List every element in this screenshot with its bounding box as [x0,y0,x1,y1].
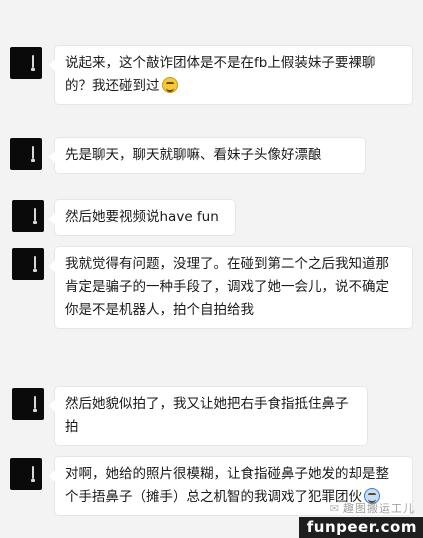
message-text: 说起来，这个敲诈团体是不是在fb上假装妹子要裸聊的？我还碰到过 [65,55,376,94]
avatar[interactable] [12,248,44,280]
watermark: ✉ 趣图搬运工儿 [330,500,415,516]
message-bubble: 我就觉得有问题，没理了。在碰到第二个之后我知道那肯定是骗子的一种手段了，调戏了她… [49,247,412,328]
avatar-mark-icon [31,146,35,162]
wechat-icon: ✉ [329,502,340,515]
message-bubble: 先是聊天，聊天就聊嘛、看妹子头像好漂酿 [49,138,365,173]
avatar-mark-icon [31,55,35,71]
avatar-mark-icon [33,396,37,412]
avatar-mark-icon [31,466,35,482]
avatar[interactable] [10,138,42,170]
message-text: 我就觉得有问题，没理了。在碰到第二个之后我知道那肯定是骗子的一种手段了，调戏了她… [65,256,389,318]
avatar[interactable] [12,388,44,420]
brand-logo: funpeer.com [298,517,423,538]
message-bubble: 说起来，这个敲诈团体是不是在fb上假装妹子要裸聊的？我还碰到过 [49,46,412,104]
message-text: 先是聊天，聊天就聊嘛、看妹子头像好漂酿 [65,147,322,163]
avatar-mark-icon [33,256,37,272]
message-text: 然后她貌似拍了，我又让她把右手食指抵住鼻子拍 [65,396,349,435]
avatar[interactable] [12,200,44,232]
avatar-mark-icon [33,208,37,224]
laughing-emoji-icon [161,77,178,93]
watermark-text: 趣图搬运工儿 [343,502,415,515]
message-bubble: 然后她貌似拍了，我又让她把右手食指抵住鼻子拍 [49,387,367,445]
message-bubble: 然后她要视频说have fun [49,200,235,235]
message-text: 然后她要视频说have fun [65,209,219,225]
avatar[interactable] [10,47,42,79]
avatar[interactable] [10,458,42,490]
